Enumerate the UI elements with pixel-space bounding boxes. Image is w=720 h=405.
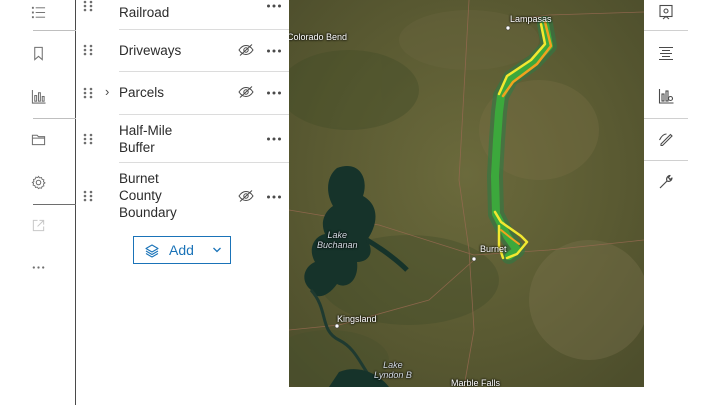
layer-item-railroad[interactable]: Railroad <box>76 0 289 30</box>
drag-handle-icon[interactable] <box>83 190 93 202</box>
map-view[interactable]: Lampasas Colorado Bend Lake Buchanan Bur… <box>289 0 644 387</box>
action-bar <box>0 0 76 405</box>
eye-off-icon <box>238 44 254 56</box>
action-bar-divider <box>33 30 76 31</box>
map-label-colorado-bend: Colorado Bend <box>289 32 348 42</box>
settings-button[interactable] <box>0 162 76 202</box>
configure-button[interactable] <box>644 162 688 202</box>
map-label-lake-buchanan: Lake Buchanan <box>317 230 358 250</box>
layers-icon <box>145 244 159 258</box>
sketch-icon <box>659 133 673 147</box>
drag-handle-icon[interactable] <box>83 0 93 12</box>
satellite-basemap <box>289 0 644 387</box>
expand-chevron-icon[interactable]: › <box>105 84 109 99</box>
folder-button[interactable] <box>0 119 76 159</box>
folder-icon <box>31 134 45 145</box>
map-label-lake-lyndon-b: Lake Lyndon B <box>374 360 412 380</box>
layer-list-panel: Railroad Driveways › Parcels Half-Mile B… <box>76 0 289 405</box>
layer-options-button[interactable] <box>266 48 282 54</box>
map-settings-icon <box>659 4 673 20</box>
more-actions-button[interactable] <box>0 247 76 287</box>
share-button[interactable] <box>0 205 76 245</box>
more-icon <box>267 49 281 53</box>
layer-label: Half-Mile Buffer <box>119 123 173 155</box>
drag-handle-icon[interactable] <box>83 87 93 99</box>
bookmark-icon <box>33 46 43 61</box>
analysis-icon <box>658 89 674 104</box>
drag-handle-icon[interactable] <box>83 133 93 145</box>
eye-off-icon <box>238 190 254 202</box>
more-icon <box>32 265 44 269</box>
layer-label: Burnet County Boundary <box>119 171 177 220</box>
drag-handle-icon[interactable] <box>83 44 93 56</box>
layer-item-parcels[interactable]: › Parcels <box>76 72 289 115</box>
add-layer-button[interactable]: Add <box>133 236 231 264</box>
charts-button[interactable] <box>0 76 76 116</box>
visibility-toggle[interactable] <box>238 44 254 56</box>
layer-options-button[interactable] <box>266 3 282 9</box>
map-attribution-bar <box>289 387 644 405</box>
visibility-toggle[interactable] <box>238 190 254 202</box>
map-label-marble-falls: Marble Falls <box>451 378 501 387</box>
layer-options-button[interactable] <box>266 136 282 142</box>
gear-icon <box>31 175 46 189</box>
layer-item-half-mile-buffer[interactable]: Half-Mile Buffer <box>76 115 289 163</box>
list-icon <box>31 6 45 18</box>
layer-label: Driveways <box>119 43 182 58</box>
map-label-lampasas: Lampasas <box>510 14 552 24</box>
sketch-button[interactable] <box>644 119 688 159</box>
tool-bar-divider <box>644 30 688 31</box>
layer-item-burnet-county-boundary[interactable]: Burnet County Boundary <box>76 163 289 227</box>
eye-off-icon <box>238 86 254 98</box>
layer-options-button[interactable] <box>266 90 282 96</box>
legend-button[interactable] <box>644 33 688 73</box>
layers-list-button[interactable] <box>0 0 76 32</box>
map-properties-button[interactable] <box>644 0 688 32</box>
layer-label: Railroad <box>119 5 170 20</box>
layer-item-driveways[interactable]: Driveways <box>76 30 289 72</box>
analysis-button[interactable] <box>644 76 688 116</box>
visibility-toggle[interactable] <box>238 86 254 98</box>
wrench-icon <box>659 174 673 189</box>
add-button-label: Add <box>169 242 194 258</box>
map-label-burnet: Burnet <box>480 244 507 254</box>
bookmarks-button[interactable] <box>0 33 76 73</box>
legend-icon <box>659 47 673 60</box>
tool-bar-divider <box>644 160 688 161</box>
layer-label: Parcels <box>119 85 165 100</box>
layer-options-button[interactable] <box>266 194 282 200</box>
more-icon <box>267 137 281 141</box>
share-icon <box>32 219 44 231</box>
map-label-kingsland: Kingsland <box>337 314 377 324</box>
chart-icon <box>31 89 46 104</box>
more-icon <box>267 4 281 8</box>
tool-bar <box>644 0 720 405</box>
more-icon <box>267 91 281 95</box>
more-icon <box>267 195 281 199</box>
chevron-down-icon[interactable] <box>212 246 222 254</box>
